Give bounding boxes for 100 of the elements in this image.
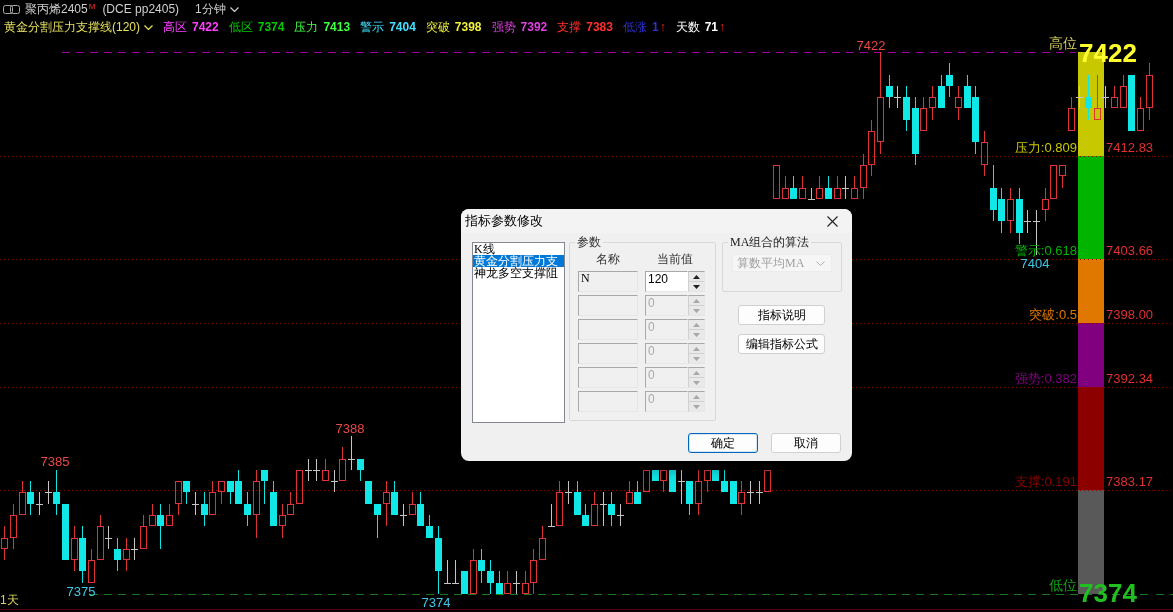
exchange-code: (DCE pp2405) <box>102 2 180 16</box>
down-triangle-icon <box>693 380 700 385</box>
up-triangle-icon <box>693 322 700 327</box>
falling-candle <box>634 480 641 505</box>
doji-candle <box>512 570 521 595</box>
ok-button[interactable]: 确定 <box>688 433 758 453</box>
name-field[interactable] <box>578 391 638 412</box>
reading-value: 7398 <box>454 20 482 34</box>
rising-candle <box>660 470 667 493</box>
reading-value: 71 <box>704 20 718 34</box>
column-header: 名称 <box>595 252 621 266</box>
doji-candle <box>755 480 764 505</box>
up-arrow: ↑ <box>659 20 666 34</box>
falling-candle <box>426 514 433 539</box>
rising-candle <box>1068 96 1075 131</box>
price-mark: 7388 <box>335 422 365 436</box>
falling-candle <box>244 491 251 527</box>
group-title: 参数 <box>576 236 602 249</box>
range-label: 1天 <box>0 593 19 607</box>
up-triangle-icon <box>693 274 700 279</box>
reading-label: 天数 <box>675 18 700 36</box>
falling-candle <box>903 85 910 132</box>
name-field[interactable] <box>578 343 638 364</box>
high-label: 高位 <box>1049 36 1077 50</box>
spin-down-button[interactable] <box>689 281 704 291</box>
rising-candle <box>97 514 104 560</box>
rising-candle <box>643 470 650 492</box>
falling-candle <box>721 469 728 493</box>
rising-candle <box>88 548 95 583</box>
doji-candle <box>451 559 460 584</box>
up-triangle-icon <box>693 370 700 375</box>
rising-candle <box>626 480 633 504</box>
doji-candle <box>44 480 53 505</box>
rising-candle <box>253 469 260 539</box>
up-triangle-icon <box>693 346 700 351</box>
close-icon <box>826 215 838 227</box>
falling-candle <box>79 525 86 584</box>
name-field[interactable] <box>578 367 638 388</box>
name-field[interactable] <box>578 319 638 340</box>
reading-label: 警示 <box>360 18 385 36</box>
down-triangle-icon <box>693 332 700 337</box>
falling-candle <box>886 74 893 109</box>
list-item[interactable]: 神龙多空支撑阻 <box>473 267 564 279</box>
doji-candle <box>616 503 625 527</box>
reading-label: 突破 <box>425 18 450 36</box>
name-field[interactable] <box>578 295 638 316</box>
action-button[interactable]: 指标说明 <box>738 305 825 325</box>
falling-candle <box>261 469 268 505</box>
doji-candle <box>547 503 556 527</box>
price-mark: 7404 <box>1020 257 1050 271</box>
tick-label: 7403.66 <box>1106 244 1154 258</box>
rising-candle <box>1146 62 1153 121</box>
rising-candle <box>409 491 416 515</box>
falling-candle <box>478 548 485 584</box>
rising-candle <box>10 503 17 550</box>
rising-candle <box>764 470 771 492</box>
reading-value: 7374 <box>257 20 285 34</box>
reading-label: 低区 <box>228 18 253 36</box>
rising-candle <box>1137 96 1144 131</box>
rising-candle <box>140 514 147 549</box>
rising-candle <box>1111 85 1118 108</box>
rising-candle <box>123 537 130 572</box>
rising-candle <box>470 548 477 594</box>
reading-value: 7404 <box>389 20 416 34</box>
rising-candle <box>1 525 8 561</box>
falling-candle <box>825 175 832 200</box>
list-item[interactable]: K线 <box>473 243 564 255</box>
price-mark: 7422 <box>856 39 886 53</box>
reading-label: 高区 <box>163 18 187 36</box>
level-label: 强势:0.382 <box>1014 372 1077 386</box>
group-title: MA组合的算法 <box>729 236 811 249</box>
chevron-down-icon <box>816 260 825 266</box>
indicator-dropdown[interactable]: 黄金分割压力支撑线(120) <box>4 19 153 35</box>
period-dropdown[interactable]: 1分钟 <box>195 1 239 17</box>
cancel-button[interactable]: 取消 <box>771 433 841 453</box>
column-header: 当前值 <box>656 252 694 266</box>
list-item[interactable]: 黄金分割压力支 <box>473 255 564 267</box>
rising-candle <box>738 480 745 516</box>
superscript-mark: M <box>88 2 96 11</box>
rising-candle <box>920 96 927 131</box>
tick-label: 7383.17 <box>1106 475 1154 489</box>
rising-candle <box>175 481 182 516</box>
level-label: 支撑:0.191 <box>1014 475 1077 489</box>
value-field[interactable]: 120 <box>645 271 688 292</box>
rising-candle <box>149 503 156 526</box>
tick-label: 7398.00 <box>1106 308 1154 322</box>
falling-candle <box>53 469 60 516</box>
falling-candle <box>608 491 615 527</box>
name-field[interactable]: N <box>578 271 638 292</box>
doji-candle <box>130 537 139 561</box>
action-button[interactable]: 编辑指标公式 <box>738 334 825 354</box>
rising-candle <box>929 85 936 121</box>
tick-label: 7392.34 <box>1106 372 1154 386</box>
rising-candle <box>71 525 78 572</box>
reading-value: 7422 <box>192 20 219 34</box>
rising-candle <box>591 491 598 526</box>
reading-value: 1 <box>651 20 659 34</box>
reading-label: 低涨 <box>622 18 647 36</box>
low-label: 低位 <box>1049 578 1077 592</box>
doji-candle <box>807 187 816 200</box>
